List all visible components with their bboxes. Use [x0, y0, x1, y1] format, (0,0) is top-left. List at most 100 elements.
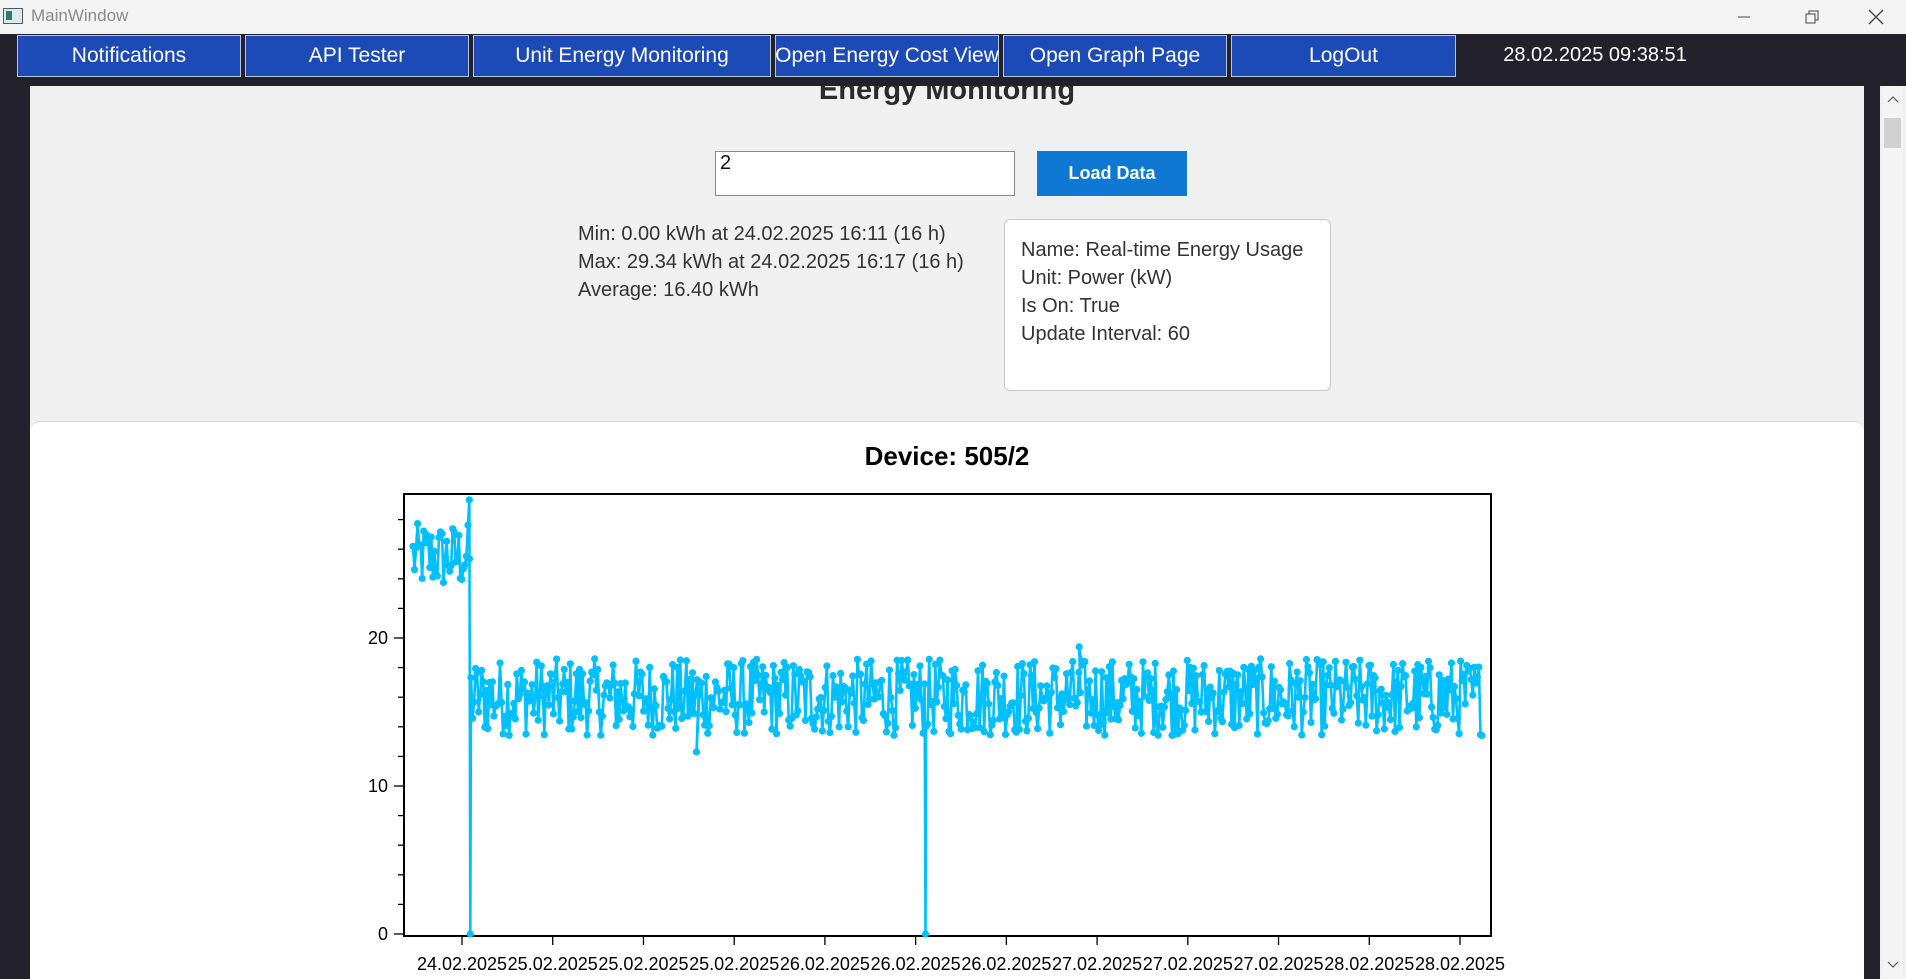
- data-point: [1084, 686, 1092, 694]
- data-point: [536, 692, 544, 700]
- scrollbar-track[interactable]: [1883, 86, 1903, 979]
- data-point: [1402, 672, 1410, 680]
- data-point: [568, 725, 576, 733]
- x-tick-label: 26.02.2025: [871, 954, 961, 974]
- data-point: [455, 531, 463, 539]
- logout-button[interactable]: LogOut: [1231, 35, 1456, 77]
- data-point: [553, 655, 561, 663]
- vertical-scrollbar[interactable]: [1880, 86, 1906, 979]
- scroll-up-icon[interactable]: [1883, 88, 1903, 110]
- x-tick-label: 25.02.2025: [689, 954, 779, 974]
- data-point: [1166, 691, 1175, 699]
- data-point: [1325, 664, 1333, 672]
- data-point: [1066, 701, 1074, 709]
- notifications-button[interactable]: Notifications: [17, 35, 241, 77]
- main-content: Energy Monitoring 2 Load Data Min: 0.00 …: [30, 86, 1864, 979]
- data-point: [974, 667, 982, 675]
- data-point: [458, 575, 466, 583]
- data-point: [1009, 699, 1017, 707]
- data-point: [540, 731, 548, 739]
- data-point: [1311, 695, 1320, 703]
- data-point: [972, 710, 981, 718]
- data-point: [1415, 714, 1423, 722]
- data-point: [782, 691, 790, 699]
- data-point: [1085, 677, 1094, 685]
- data-point: [1234, 671, 1242, 679]
- x-tick-label: 28.02.2025: [1324, 954, 1414, 974]
- data-point: [1286, 660, 1294, 668]
- data-point: [1475, 663, 1483, 671]
- data-point: [835, 723, 843, 731]
- api-tester-button[interactable]: API Tester: [245, 35, 469, 77]
- data-point: [1056, 721, 1065, 729]
- minimize-icon[interactable]: [1710, 0, 1778, 34]
- scroll-down-icon[interactable]: [1883, 954, 1903, 976]
- restore-icon[interactable]: [1778, 0, 1846, 34]
- open-graph-page-button[interactable]: Open Graph Page: [1003, 35, 1227, 77]
- data-point: [582, 699, 590, 707]
- data-point: [438, 530, 446, 538]
- data-point: [511, 715, 519, 723]
- data-point: [632, 657, 640, 665]
- data-point: [1252, 674, 1260, 683]
- data-point: [640, 707, 648, 715]
- data-point: [560, 665, 568, 673]
- data-point: [1267, 663, 1275, 671]
- data-point: [621, 679, 629, 687]
- data-point: [921, 930, 930, 938]
- data-point: [1153, 719, 1161, 728]
- data-point: [548, 679, 556, 687]
- data-point: [983, 679, 991, 688]
- close-icon[interactable]: [1846, 0, 1906, 34]
- data-point: [919, 729, 927, 737]
- data-point: [649, 731, 657, 739]
- data-point: [410, 566, 419, 574]
- data-point: [1371, 674, 1379, 682]
- data-point: [1318, 731, 1326, 739]
- y-tick-label: 0: [378, 924, 388, 944]
- data-point: [626, 713, 634, 721]
- data-point: [1073, 698, 1081, 707]
- data-point: [571, 697, 579, 705]
- data-point: [1440, 703, 1448, 712]
- data-point: [418, 574, 426, 582]
- open-energy-cost-view-button[interactable]: Open Energy Cost View: [775, 35, 999, 77]
- data-point: [591, 655, 599, 663]
- data-point: [913, 680, 921, 688]
- data-point: [902, 668, 910, 676]
- data-point: [837, 669, 845, 678]
- data-point: [563, 678, 571, 686]
- data-point: [682, 657, 691, 665]
- data-point: [465, 555, 474, 563]
- data-point: [1281, 700, 1289, 708]
- data-point: [1075, 668, 1083, 677]
- data-point: [1191, 726, 1199, 734]
- unit-energy-monitoring-button[interactable]: Unit Energy Monitoring: [473, 35, 771, 77]
- data-point: [1035, 704, 1043, 712]
- data-point: [695, 691, 703, 699]
- data-point: [583, 731, 591, 739]
- data-point: [821, 684, 829, 692]
- data-point: [699, 711, 707, 719]
- data-point: [1188, 699, 1196, 708]
- data-point: [1183, 656, 1191, 665]
- scrollbar-thumb[interactable]: [1884, 118, 1901, 148]
- data-point: [1018, 660, 1026, 668]
- data-point: [812, 713, 820, 721]
- data-point: [878, 676, 886, 685]
- data-point: [1050, 673, 1058, 682]
- data-point: [1128, 707, 1136, 715]
- data-point: [453, 557, 461, 565]
- data-point: [759, 663, 767, 671]
- data-point: [1108, 658, 1116, 666]
- data-point: [980, 728, 988, 736]
- app-icon: [3, 8, 23, 24]
- data-point: [704, 729, 712, 737]
- data-point: [1351, 675, 1359, 683]
- data-point: [1125, 660, 1133, 668]
- data-point: [496, 659, 504, 667]
- data-point: [1099, 719, 1107, 727]
- data-point: [1455, 730, 1463, 738]
- data-point: [1067, 668, 1075, 677]
- title-bar: MainWindow: [0, 0, 1906, 34]
